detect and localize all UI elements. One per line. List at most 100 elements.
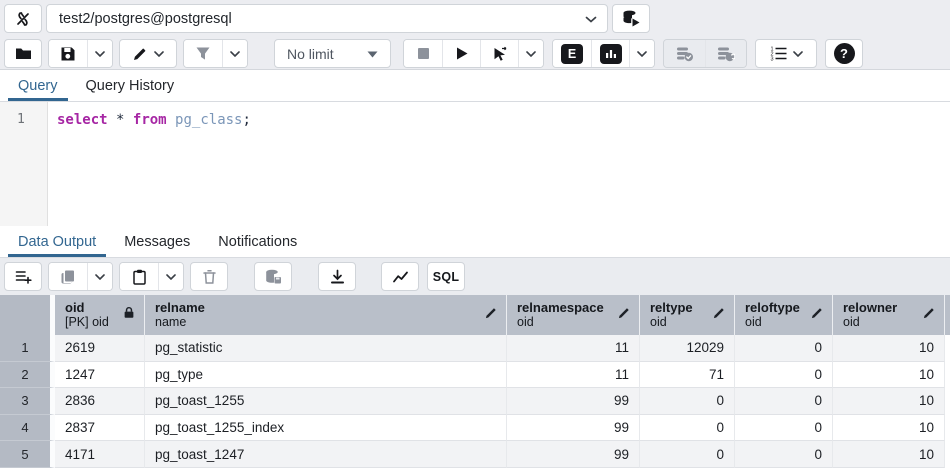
add-row-button[interactable] [4,262,42,291]
rollback-button[interactable] [705,40,746,67]
cell-reloftype[interactable]: 0 [735,415,833,442]
cell-reltype[interactable]: 0 [640,388,735,415]
filter-funnel-icon [195,46,211,61]
cell-relname[interactable]: pg_toast_1255_index [145,415,507,442]
cell-reltype[interactable]: 12029 [640,335,735,362]
cell-relname[interactable]: pg_toast_1255 [145,388,507,415]
grid-select-all-corner[interactable] [0,295,55,335]
table-row: 42837pg_toast_1255_index990010 [0,415,950,442]
tab-query[interactable]: Query [8,70,68,101]
column-header-oid[interactable]: oid[PK] oid [55,295,145,335]
cell-reloftype[interactable]: 0 [735,388,833,415]
explain-options-chevron[interactable] [629,40,654,67]
cell-reloftype[interactable]: 0 [735,362,833,389]
macros-button[interactable]: 1 2 3 [755,39,817,68]
copy-options-chevron[interactable] [87,263,112,290]
sql-editor[interactable]: 1 select * from pg_class; [0,102,950,226]
open-file-button[interactable] [4,39,42,68]
execute-to-cursor-button[interactable] [480,40,518,67]
editor-code-area[interactable]: select * from pg_class; [48,102,950,226]
cell-relnamespace[interactable]: 11 [507,335,640,362]
edit-pencil-icon[interactable] [484,306,498,325]
column-header-text: reloftypeoid [745,300,806,330]
column-name: reloftype [745,300,806,315]
cell-reltype[interactable]: 0 [640,441,735,468]
column-header-relnamespace[interactable]: relnamespaceoid [507,295,640,335]
column-header-reloftype[interactable]: reloftypeoid [735,295,833,335]
cell-relowner[interactable]: 10 [833,362,945,389]
tab-notifications[interactable]: Notifications [208,226,307,257]
cell-oid[interactable]: 4171 [55,441,145,468]
edit-pencil-icon[interactable] [922,306,936,325]
tab-query-history[interactable]: Query History [76,70,185,101]
column-header-relname[interactable]: relnamename [145,295,507,335]
triangle-down-icon [367,45,378,63]
sql-button[interactable]: SQL [427,262,465,291]
save-file-button[interactable] [49,40,87,67]
column-header-reltype[interactable]: reltypeoid [640,295,735,335]
paste-button[interactable] [120,263,158,290]
cell-reltype[interactable]: 71 [640,362,735,389]
row-number[interactable]: 4 [0,415,55,442]
cell-relnamespace[interactable]: 11 [507,362,640,389]
graph-visualiser-button[interactable] [381,262,419,291]
code-token: pg_class [175,112,242,128]
row-number[interactable]: 3 [0,388,55,415]
execute-options-chevron[interactable] [518,40,543,67]
cell-relnamespace[interactable]: 99 [507,441,640,468]
download-results-button[interactable] [318,262,356,291]
connection-select[interactable]: test2/postgres@postgresql [46,4,608,33]
commit-button[interactable] [664,40,705,67]
cell-reltype[interactable]: 0 [640,415,735,442]
edit-pencil-icon[interactable] [810,306,824,325]
row-limit-select[interactable]: No limit [274,39,391,68]
code-token: from [133,112,167,128]
explain-button[interactable]: E [553,40,591,67]
explain-analyze-button[interactable] [591,40,629,67]
cell-oid[interactable]: 2619 [55,335,145,362]
row-number[interactable]: 5 [0,441,55,468]
cell-oid[interactable]: 2837 [55,415,145,442]
save-options-chevron[interactable] [87,40,112,67]
connection-row: test2/postgres@postgresql [0,0,950,34]
cell-relnamespace[interactable]: 99 [507,415,640,442]
cell-relname[interactable]: pg_statistic [145,335,507,362]
help-button[interactable]: ? [825,39,863,68]
code-token [124,112,132,128]
row-number[interactable]: 2 [0,362,55,389]
cell-relowner[interactable]: 10 [833,441,945,468]
cell-relnamespace[interactable]: 99 [507,388,640,415]
filter-button[interactable] [184,40,222,67]
edit-pencil-icon[interactable] [617,306,631,325]
connection-status-button[interactable] [4,4,42,33]
cell-relowner[interactable]: 10 [833,415,945,442]
filter-options-chevron[interactable] [222,40,247,67]
execute-button[interactable] [442,40,480,67]
delete-row-button[interactable] [190,262,228,291]
cell-reloftype[interactable]: 0 [735,335,833,362]
cell-relowner[interactable]: 10 [833,335,945,362]
add-row-icon [15,269,32,285]
stop-button[interactable] [404,40,442,67]
question-mark-icon: ? [834,43,855,64]
edit-button[interactable] [119,39,177,68]
cell-oid[interactable]: 1247 [55,362,145,389]
cell-reloftype[interactable]: 0 [735,441,833,468]
edit-pencil-icon[interactable] [712,306,726,325]
column-header-relowner[interactable]: relowneroid [833,295,945,335]
row-number[interactable]: 1 [0,335,55,362]
cell-relname[interactable]: pg_toast_1247 [145,441,507,468]
new-connection-button[interactable] [612,4,650,33]
tab-data-output[interactable]: Data Output [8,226,106,257]
code-token: ; [242,112,250,128]
cell-relname[interactable]: pg_type [145,362,507,389]
cell-relowner[interactable]: 10 [833,388,945,415]
code-token [167,112,175,128]
cell-oid[interactable]: 2836 [55,388,145,415]
copy-button[interactable] [49,263,87,290]
paste-button-group [119,262,184,291]
tab-messages[interactable]: Messages [114,226,200,257]
save-data-changes-button[interactable] [254,262,292,291]
stop-square-icon [416,46,431,61]
paste-options-chevron[interactable] [158,263,183,290]
